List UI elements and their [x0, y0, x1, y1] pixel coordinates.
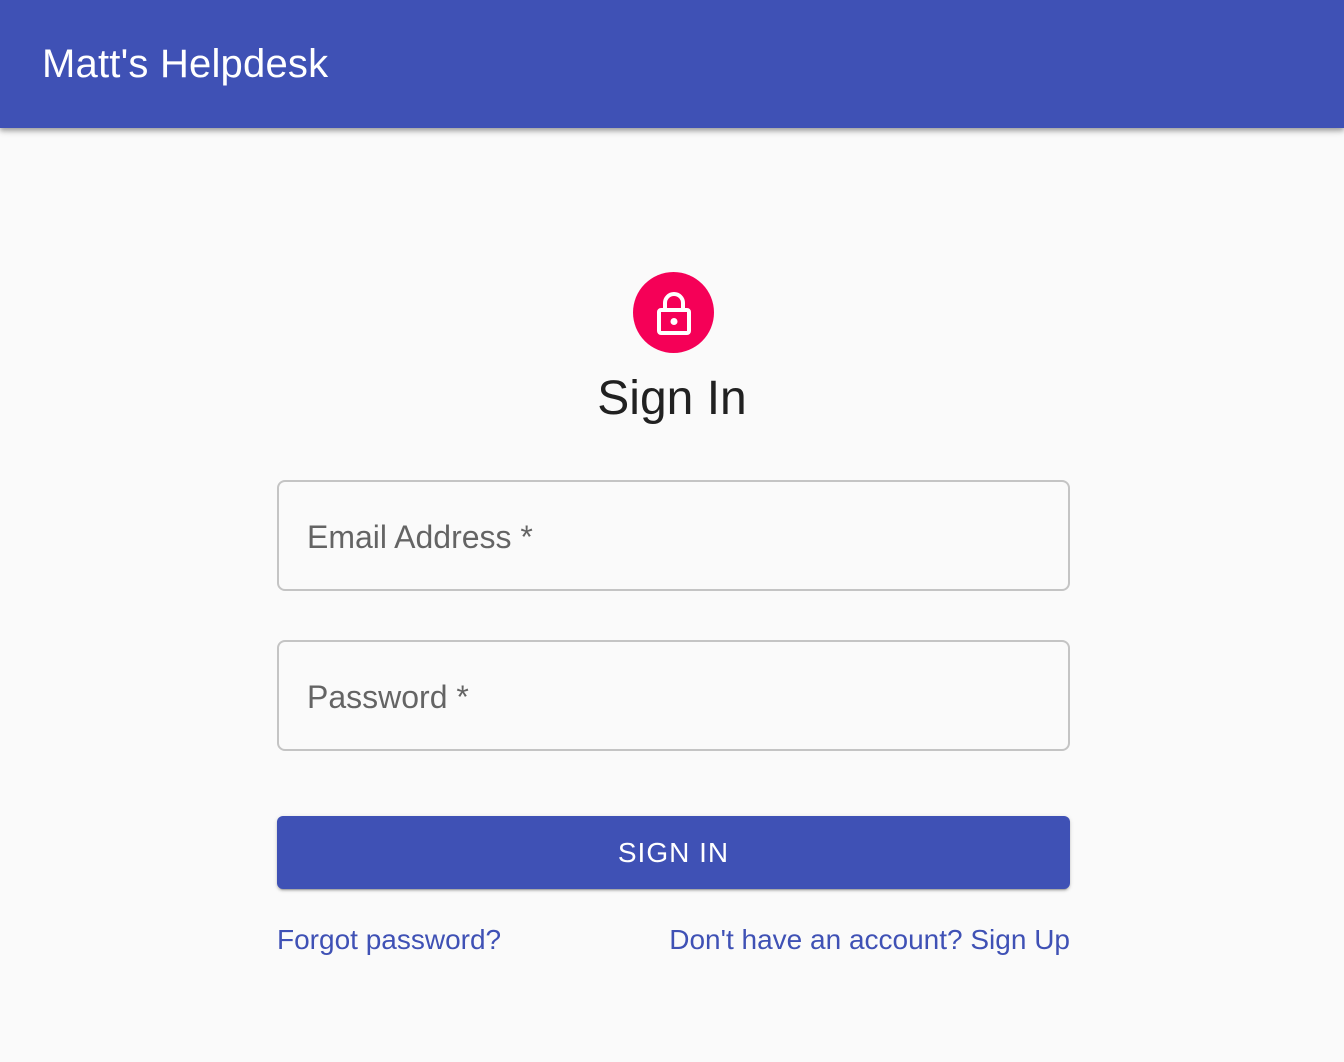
email-field[interactable]: Email Address *: [277, 480, 1070, 591]
forgot-password-link[interactable]: Forgot password?: [277, 922, 501, 958]
lock-avatar: [633, 272, 714, 353]
sign-in-button[interactable]: SIGN IN: [277, 816, 1070, 889]
app-bar: Matt's Helpdesk: [0, 0, 1344, 128]
password-field[interactable]: Password *: [277, 640, 1070, 751]
page-title: Sign In: [597, 372, 747, 425]
lock-icon: [655, 291, 693, 335]
sign-up-link[interactable]: Don't have an account? Sign Up: [669, 922, 1070, 958]
email-input[interactable]: [279, 482, 1068, 589]
password-input[interactable]: [279, 642, 1068, 749]
app-title: Matt's Helpdesk: [42, 42, 329, 86]
